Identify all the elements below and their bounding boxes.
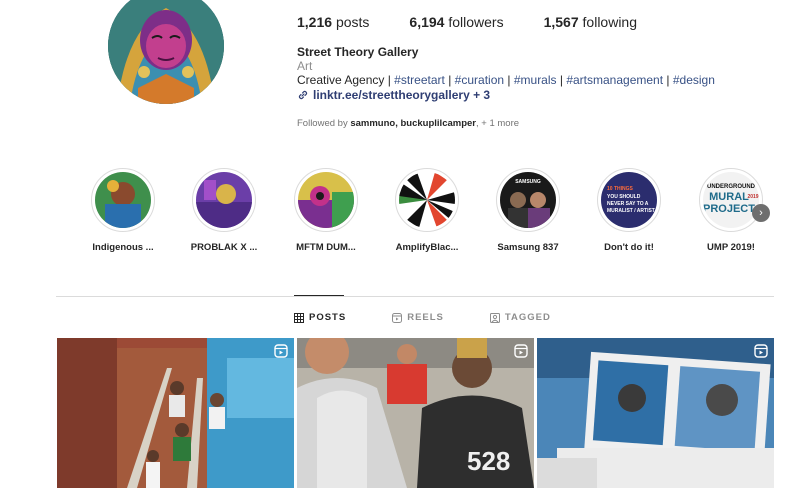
followers-count[interactable]: 6,194 followers	[409, 14, 503, 30]
tabs-divider	[56, 296, 774, 297]
svg-text:SAMSUNG: SAMSUNG	[515, 179, 541, 185]
reels-icon	[392, 312, 403, 323]
post-tile[interactable]: 528	[297, 338, 534, 488]
svg-text:10 THINGS: 10 THINGS	[607, 186, 634, 192]
profile-stats: 1,216 posts 6,194 followers 1,567 follow…	[297, 14, 677, 30]
posts-count: 1,216 posts	[297, 14, 370, 30]
reel-icon	[274, 344, 288, 358]
followed-by[interactable]: Followed by sammuno, buckuplilcamper, + …	[297, 118, 519, 129]
profile-avatar[interactable]	[108, 0, 224, 104]
hashtag-curation[interactable]: #curation	[455, 73, 504, 87]
profile-description: Creative Agency | #streetart | #curation…	[297, 73, 715, 87]
tab-tagged[interactable]: TAGGED	[489, 312, 551, 323]
profile-tabs: POSTS REELS TAGGED	[294, 312, 597, 323]
profile-link[interactable]: linktr.ee/streettheorygallery + 3	[297, 88, 715, 102]
svg-text:528: 528	[467, 446, 510, 476]
active-tab-indicator	[294, 295, 344, 296]
post-tile[interactable]	[57, 338, 294, 488]
tab-posts[interactable]: POSTS	[294, 312, 346, 323]
post-tile[interactable]	[537, 338, 774, 488]
highlight-indigenous[interactable]: Indigenous ...	[75, 168, 171, 253]
reel-icon	[514, 344, 528, 358]
hashtag-streetart[interactable]: #streetart	[394, 73, 445, 87]
highlight-thumbnail	[196, 172, 252, 228]
svg-text:NEVER SAY TO A: NEVER SAY TO A	[607, 201, 649, 207]
link-icon	[297, 89, 309, 101]
highlight-problak[interactable]: PROBLAK X ...	[176, 168, 272, 253]
reel-icon	[754, 344, 768, 358]
post-image	[537, 338, 774, 488]
hashtag-murals[interactable]: #murals	[514, 73, 557, 87]
highlight-thumbnail: SAMSUNG	[500, 172, 556, 228]
chevron-right-icon: ›	[759, 207, 763, 219]
highlight-thumbnail: 10 THINGS YOU SHOULD NEVER SAY TO A MURALIS…	[601, 172, 657, 228]
tab-reels[interactable]: REELS	[392, 312, 444, 323]
highlight-thumbnail	[298, 172, 354, 228]
tagged-icon	[489, 312, 500, 323]
profile-name: Street Theory Gallery	[297, 45, 419, 59]
highlight-thumbnail	[95, 172, 151, 228]
profile-category: Art	[297, 59, 313, 73]
highlight-mftm[interactable]: MFTM DUM...	[278, 168, 374, 253]
following-count[interactable]: 1,567 following	[544, 14, 637, 30]
profile-link-text[interactable]: linktr.ee/streettheorygallery + 3	[313, 88, 490, 102]
svg-text:MURAL: MURAL	[709, 191, 749, 203]
svg-text:MURALIST / ARTIST.: MURALIST / ARTIST.	[607, 208, 656, 214]
story-highlights: Indigenous ... PROBLAK X ... MFTM DUM...…	[75, 168, 785, 258]
highlights-next-button[interactable]: ›	[752, 204, 770, 222]
hashtag-artsmanagement[interactable]: #artsmanagement	[566, 73, 663, 87]
highlight-amplifyblack[interactable]: AmplifyBlac...	[379, 168, 475, 253]
post-image	[57, 338, 294, 488]
svg-text:2019: 2019	[747, 194, 758, 200]
svg-text:YOU SHOULD: YOU SHOULD	[607, 194, 641, 200]
hashtag-design[interactable]: #design	[673, 73, 715, 87]
highlight-thumbnail	[399, 172, 455, 228]
highlight-samsung[interactable]: SAMSUNG Samsung 837	[480, 168, 576, 253]
svg-text:UNDERGROUND: UNDERGROUND	[707, 184, 756, 190]
post-image: 528	[297, 338, 534, 488]
profile-bio: Street Theory Gallery Art Creative Agenc…	[297, 45, 715, 102]
highlight-dont-do-it[interactable]: 10 THINGS YOU SHOULD NEVER SAY TO A MURALIS…	[581, 168, 677, 253]
svg-text:PROJECT: PROJECT	[703, 203, 755, 215]
highlight-thumbnail: UNDERGROUND MURAL PROJECT 2019	[703, 172, 759, 228]
posts-grid: 528	[57, 338, 774, 488]
grid-icon	[294, 312, 304, 323]
